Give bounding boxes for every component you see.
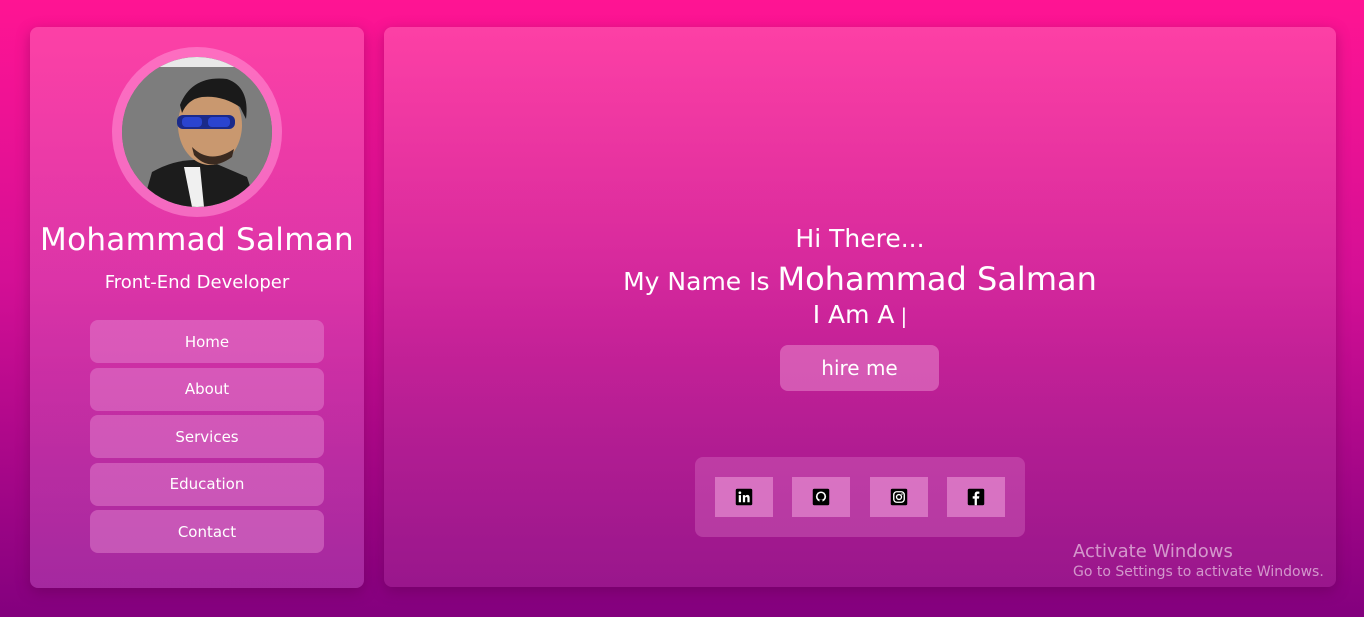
avatar-photo — [122, 57, 272, 207]
avatar-ring — [112, 47, 282, 217]
avatar — [122, 57, 272, 207]
hire-me-button[interactable]: hire me — [780, 345, 939, 391]
sidebar-nav: Home About Services Education Contact — [90, 320, 324, 558]
profile-role: Front-End Developer — [104, 272, 290, 293]
nav-item-home[interactable]: Home — [90, 320, 324, 363]
github-icon — [812, 488, 830, 506]
hero-intro-prefix: My Name Is — [623, 267, 770, 296]
hero-greeting: Hi There... — [795, 224, 925, 253]
profile-name: Mohammad Salman — [40, 222, 354, 258]
social-link-github[interactable] — [792, 477, 850, 517]
hero-intro-name: Mohammad Salman — [777, 260, 1097, 298]
hero-intro: My Name Is Mohammad Salman — [384, 260, 1336, 298]
typing-cursor: | — [900, 304, 908, 328]
facebook-icon — [967, 488, 985, 506]
hero-typed-prefix: I Am A — [812, 300, 895, 329]
instagram-icon — [890, 488, 908, 506]
nav-item-services[interactable]: Services — [90, 415, 324, 458]
nav-item-education[interactable]: Education — [90, 462, 324, 506]
profile-sidebar: Mohammad Salman Front-End Developer Home… — [30, 27, 364, 588]
social-link-facebook[interactable] — [947, 477, 1005, 517]
watermark-subtitle: Go to Settings to activate Windows. — [1073, 564, 1324, 580]
windows-activation-watermark: Activate Windows Go to Settings to activ… — [1073, 541, 1324, 580]
nav-item-about[interactable]: About — [90, 367, 324, 411]
linkedin-icon — [735, 488, 753, 506]
hero-panel: Hi There... My Name Is Mohammad Salman I… — [384, 27, 1336, 587]
social-link-instagram[interactable] — [870, 477, 928, 517]
watermark-title: Activate Windows — [1073, 541, 1233, 562]
hero-typed-line: I Am A | — [384, 300, 1336, 329]
nav-item-contact[interactable]: Contact — [90, 510, 324, 553]
social-links — [695, 457, 1025, 537]
social-link-linkedin[interactable] — [715, 477, 773, 517]
